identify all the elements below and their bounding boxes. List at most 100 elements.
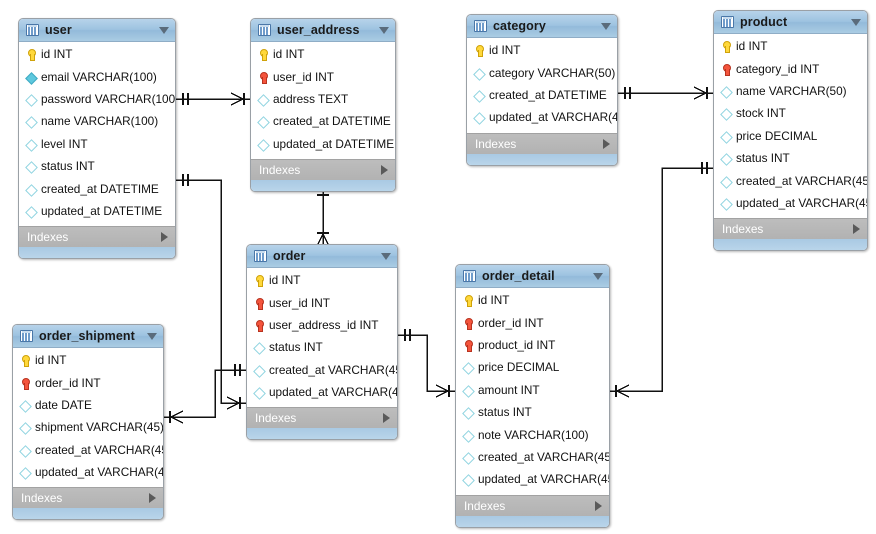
column-row[interactable]: updated_at DATETIME [19,201,175,223]
column-row[interactable]: status INT [247,337,397,359]
column-row[interactable]: user_id INT [251,66,395,88]
indexes-section-order_shipment[interactable]: Indexes [13,487,163,509]
column-diamond-icon [473,67,485,81]
chevron-right-icon[interactable] [149,493,156,504]
column-row[interactable]: created_at DATETIME [467,85,617,107]
column-diamond-icon [462,406,474,420]
chevron-down-icon[interactable] [593,272,603,280]
chevron-down-icon[interactable] [381,252,391,260]
chevron-down-icon[interactable] [159,26,169,34]
column-row[interactable]: address TEXT [251,89,395,111]
column-row[interactable]: created_at DATETIME [251,111,395,133]
column-row[interactable]: created_at VARCHAR(45) [247,360,397,382]
column-row[interactable]: order_id INT [13,372,163,394]
column-row[interactable]: user_id INT [247,292,397,314]
column-row[interactable]: updated_at VARCHAR(45) [714,193,867,215]
column-label: created_at VARCHAR(45) [35,442,164,457]
column-row[interactable]: price DECIMAL [456,357,609,379]
column-row[interactable]: id INT [467,40,617,62]
column-row[interactable]: id INT [251,44,395,66]
column-row[interactable]: shipment VARCHAR(45) [13,417,163,439]
table-order_detail[interactable]: order_detail id INT order_id INT product_id… [455,264,610,528]
column-row[interactable]: note VARCHAR(100) [456,424,609,446]
foreign-key-icon [462,339,474,353]
table-category[interactable]: category id INT category VARCHAR(50) create… [466,14,618,166]
column-row[interactable]: stock INT [714,103,867,125]
indexes-section-order[interactable]: Indexes [247,407,397,429]
table-order[interactable]: order id INT user_id INT user_address_id IN… [246,244,398,441]
column-diamond-icon [257,138,269,152]
column-row[interactable]: updated_at VARCHAR(45) [467,107,617,129]
column-row[interactable]: date DATE [13,395,163,417]
chevron-down-icon[interactable] [851,18,861,26]
column-row[interactable]: name VARCHAR(50) [714,81,867,103]
chevron-right-icon[interactable] [161,232,168,243]
column-row[interactable]: name VARCHAR(100) [19,111,175,133]
indexes-section-category[interactable]: Indexes [467,132,617,154]
indexes-section-user[interactable]: Indexes [19,226,175,248]
column-row[interactable]: updated_at VARCHAR(45) [247,382,397,404]
column-label: status INT [736,151,790,166]
chevron-down-icon[interactable] [147,332,157,340]
primary-key-icon [19,354,31,368]
table-icon [258,24,271,36]
table-header-user_address[interactable]: user_address [251,19,395,42]
column-row[interactable]: email VARCHAR(100) [19,66,175,88]
column-row[interactable]: id INT [714,36,867,58]
table-header-category[interactable]: category [467,15,617,38]
column-row[interactable]: level INT [19,134,175,156]
column-row[interactable]: updated_at VARCHAR(45) [456,469,609,491]
indexes-section-user_address[interactable]: Indexes [251,158,395,180]
indexes-section-order_detail[interactable]: Indexes [456,494,609,516]
table-name-label: order_shipment [39,329,135,343]
column-row[interactable]: id INT [13,350,163,372]
indexes-label: Indexes [464,498,506,513]
column-row[interactable]: created_at DATETIME [19,178,175,200]
column-label: updated_at DATETIME [41,204,163,219]
column-row[interactable]: category VARCHAR(50) [467,62,617,84]
table-footer [456,515,609,527]
column-diamond-icon [253,386,265,400]
column-row[interactable]: order_id INT [456,312,609,334]
chevron-right-icon[interactable] [595,500,602,511]
column-row[interactable]: id INT [456,290,609,312]
chevron-right-icon[interactable] [381,164,388,175]
table-header-order_detail[interactable]: order_detail [456,265,609,288]
column-row[interactable]: amount INT [456,380,609,402]
column-row[interactable]: category_id INT [714,58,867,80]
column-diamond-icon [19,444,31,458]
column-row[interactable]: status INT [456,402,609,424]
column-row[interactable]: updated_at DATETIME [251,134,395,156]
column-row[interactable]: created_at VARCHAR(45) [714,170,867,192]
column-label: created_at DATETIME [273,114,391,129]
table-product[interactable]: product id INT category_id INT name VARCHAR… [713,10,868,252]
column-row[interactable]: price DECIMAL [714,126,867,148]
column-row[interactable]: status INT [19,156,175,178]
chevron-right-icon[interactable] [383,413,390,424]
chevron-right-icon[interactable] [603,138,610,149]
column-row[interactable]: created_at VARCHAR(45) [456,447,609,469]
table-order_shipment[interactable]: order_shipmentid INT order_id INT date DAT… [12,324,164,521]
indexes-label: Indexes [21,491,63,506]
column-row[interactable]: password VARCHAR(100) [19,89,175,111]
column-row[interactable]: status INT [714,148,867,170]
table-header-user[interactable]: user [19,19,175,42]
column-row[interactable]: id INT [19,44,175,66]
column-row[interactable]: user_address_id INT [247,315,397,337]
table-user[interactable]: user id INT email VARCHAR(100) password VAR… [18,18,176,260]
table-header-order[interactable]: order [247,245,397,268]
column-diamond-icon [462,473,474,487]
column-row[interactable]: product_id INT [456,335,609,357]
indexes-section-product[interactable]: Indexes [714,218,867,240]
column-row[interactable]: created_at VARCHAR(45) [13,440,163,462]
table-header-product[interactable]: product [714,11,867,34]
column-row[interactable]: id INT [247,270,397,292]
chevron-right-icon[interactable] [853,224,860,235]
column-row[interactable]: updated_at VARCHAR(45) [13,462,163,484]
chevron-down-icon[interactable] [379,26,389,34]
table-header-order_shipment[interactable]: order_shipment [13,325,163,348]
chevron-down-icon[interactable] [601,22,611,30]
table-user_address[interactable]: user_address id INT user_id INT address TEX… [250,18,396,192]
column-diamond-icon [720,152,732,166]
column-list: id INT category VARCHAR(50) created_at DAT… [467,38,617,133]
